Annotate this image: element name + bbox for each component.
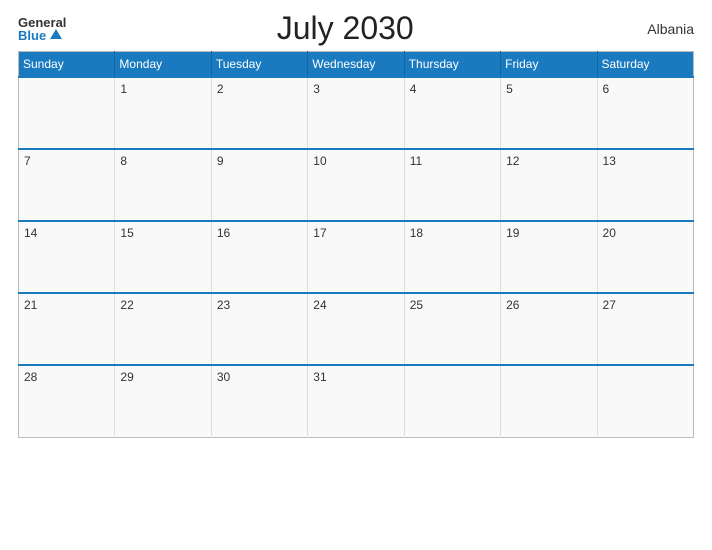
- day-number: 3: [313, 82, 320, 96]
- day-number: 11: [410, 154, 422, 168]
- calendar-cell: 13: [597, 149, 693, 221]
- day-number: 1: [120, 82, 127, 96]
- day-header-thursday: Thursday: [404, 52, 500, 78]
- calendar-week-2: 7 8 9 10 11 12 13: [19, 149, 694, 221]
- day-number: 5: [506, 82, 513, 96]
- calendar-header-row: SundayMondayTuesdayWednesdayThursdayFrid…: [19, 52, 694, 78]
- calendar-cell: 19: [501, 221, 597, 293]
- calendar-cell: [597, 365, 693, 437]
- calendar-cell: 24: [308, 293, 404, 365]
- logo-blue-text: Blue: [18, 29, 46, 42]
- day-number: 18: [410, 226, 423, 240]
- calendar-cell: 18: [404, 221, 500, 293]
- calendar-cell: 31: [308, 365, 404, 437]
- calendar-cell: 7: [19, 149, 115, 221]
- day-number: 12: [506, 154, 519, 168]
- calendar-cell: 4: [404, 77, 500, 149]
- day-number: 16: [217, 226, 230, 240]
- calendar-week-4: 21 22 23 24 25 26 27: [19, 293, 694, 365]
- day-number: 21: [24, 298, 37, 312]
- logo-general-text: General: [18, 16, 66, 29]
- calendar-header: General Blue July 2030 Albania: [18, 10, 694, 47]
- day-number: 25: [410, 298, 423, 312]
- calendar-cell: [501, 365, 597, 437]
- logo-triangle-icon: [50, 29, 62, 39]
- day-number: 30: [217, 370, 230, 384]
- calendar-cell: 6: [597, 77, 693, 149]
- calendar-week-5: 28 29 30 31: [19, 365, 694, 437]
- calendar-cell: 23: [211, 293, 307, 365]
- day-header-monday: Monday: [115, 52, 211, 78]
- day-number: 14: [24, 226, 37, 240]
- calendar-cell: 27: [597, 293, 693, 365]
- calendar-table: SundayMondayTuesdayWednesdayThursdayFrid…: [18, 51, 694, 438]
- day-number: 6: [603, 82, 610, 96]
- day-header-friday: Friday: [501, 52, 597, 78]
- day-number: 2: [217, 82, 224, 96]
- day-header-tuesday: Tuesday: [211, 52, 307, 78]
- day-number: 20: [603, 226, 616, 240]
- calendar-cell: 5: [501, 77, 597, 149]
- calendar-cell: [404, 365, 500, 437]
- day-number: 24: [313, 298, 326, 312]
- day-number: 19: [506, 226, 519, 240]
- day-number: 22: [120, 298, 133, 312]
- calendar-cell: 3: [308, 77, 404, 149]
- day-number: 7: [24, 154, 31, 168]
- calendar-cell: 10: [308, 149, 404, 221]
- calendar-cell: 20: [597, 221, 693, 293]
- day-number: 29: [120, 370, 133, 384]
- calendar-cell: 8: [115, 149, 211, 221]
- calendar-cell: 11: [404, 149, 500, 221]
- day-number: 10: [313, 154, 326, 168]
- month-title: July 2030: [66, 10, 624, 47]
- calendar-cell: 1: [115, 77, 211, 149]
- day-number: 31: [313, 370, 326, 384]
- calendar-cell: 17: [308, 221, 404, 293]
- calendar-cell: 2: [211, 77, 307, 149]
- calendar-cell: 14: [19, 221, 115, 293]
- calendar-cell: 15: [115, 221, 211, 293]
- calendar-cell: [19, 77, 115, 149]
- calendar-cell: 28: [19, 365, 115, 437]
- calendar-cell: 9: [211, 149, 307, 221]
- country-label: Albania: [624, 21, 694, 37]
- day-header-saturday: Saturday: [597, 52, 693, 78]
- calendar-week-3: 14 15 16 17 18 19 20: [19, 221, 694, 293]
- day-number: 13: [603, 154, 616, 168]
- calendar-cell: 30: [211, 365, 307, 437]
- calendar-cell: 12: [501, 149, 597, 221]
- day-number: 27: [603, 298, 616, 312]
- day-number: 8: [120, 154, 127, 168]
- day-number: 4: [410, 82, 417, 96]
- calendar-cell: 21: [19, 293, 115, 365]
- logo: General Blue: [18, 16, 66, 42]
- calendar-cell: 25: [404, 293, 500, 365]
- calendar-week-1: 1 2 3 4 5 6: [19, 77, 694, 149]
- day-number: 26: [506, 298, 519, 312]
- day-header-sunday: Sunday: [19, 52, 115, 78]
- calendar-cell: 16: [211, 221, 307, 293]
- day-number: 28: [24, 370, 37, 384]
- calendar-cell: 29: [115, 365, 211, 437]
- day-header-wednesday: Wednesday: [308, 52, 404, 78]
- calendar-cell: 26: [501, 293, 597, 365]
- day-number: 9: [217, 154, 224, 168]
- day-number: 15: [120, 226, 133, 240]
- calendar-cell: 22: [115, 293, 211, 365]
- day-number: 23: [217, 298, 230, 312]
- day-number: 17: [313, 226, 326, 240]
